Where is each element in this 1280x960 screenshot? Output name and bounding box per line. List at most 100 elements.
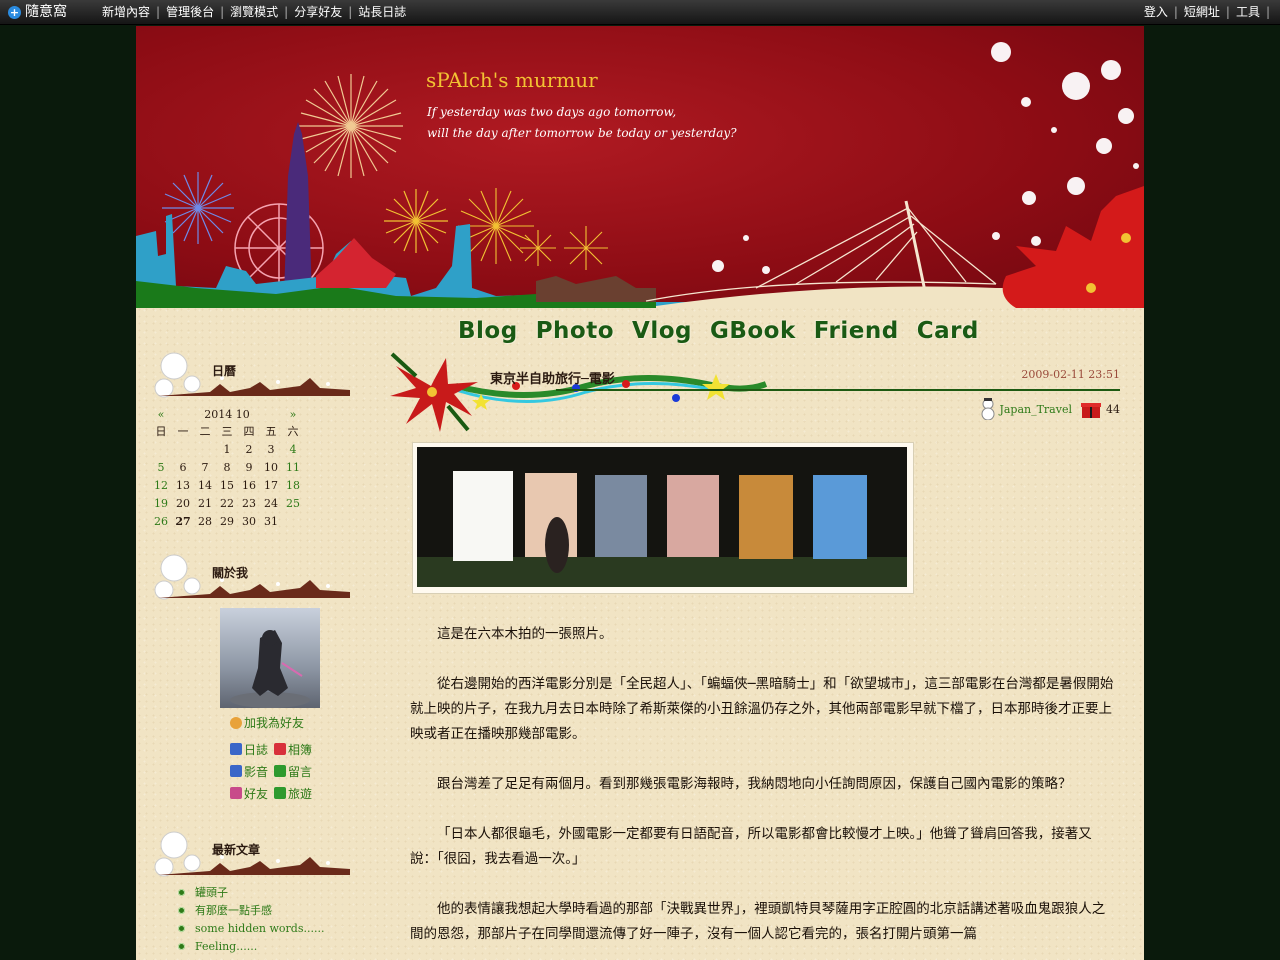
calendar-week: 5 6 7 8 9 10 11: [150, 458, 304, 476]
calendar-day[interactable]: 1: [216, 440, 238, 458]
profile-link-video[interactable]: 影音: [230, 763, 274, 780]
calendar-day[interactable]: 13: [172, 476, 194, 494]
travel-icon: [274, 787, 286, 799]
calendar-prev[interactable]: «: [150, 406, 172, 422]
calendar-day[interactable]: 31: [260, 512, 282, 530]
guestbook-icon: [274, 765, 286, 777]
post-body: 這是在六本木拍的一張照片。 從右邊開始的西洋電影分別是「全民超人」、「蝙蝠俠─黑暗…: [410, 622, 1118, 960]
post-meta: Japan_Travel 44: [979, 398, 1120, 420]
calendar-day[interactable]: 22: [216, 494, 238, 512]
calendar-day[interactable]: 20: [172, 494, 194, 512]
profile-link-travel[interactable]: 旅遊: [274, 785, 318, 802]
album-icon: [274, 743, 286, 755]
taipei-tower: [284, 122, 312, 296]
post-title[interactable]: 東京半自助旅行─電影: [490, 368, 615, 387]
calendar-day: [172, 440, 194, 458]
tools-link[interactable]: 工具: [1230, 0, 1266, 24]
nav-friend[interactable]: Friend: [814, 318, 899, 344]
profile-link-guestbook[interactable]: 留言: [274, 763, 318, 780]
calendar-day[interactable]: 11: [282, 458, 304, 476]
calendar-weekday: 一: [177, 425, 189, 438]
main-nav: Blog Photo Vlog GBook Friend Card: [458, 318, 997, 344]
calendar-day[interactable]: 23: [238, 494, 260, 512]
profile-link-label: 留言: [288, 764, 313, 779]
menu-admin[interactable]: 管理後台: [160, 0, 220, 24]
calendar-day[interactable]: 30: [238, 512, 260, 530]
nav-vlog[interactable]: Vlog: [632, 318, 692, 344]
recent-post-item[interactable]: 有那麼一點手感: [178, 901, 358, 919]
calendar-day[interactable]: 17: [260, 476, 282, 494]
menu-new-content[interactable]: 新增內容: [96, 0, 156, 24]
calendar-next[interactable]: »: [282, 406, 304, 422]
calendar-day[interactable]: 21: [194, 494, 216, 512]
calendar-day[interactable]: 24: [260, 494, 282, 512]
calendar-weekday: 二: [199, 425, 211, 438]
calendar-day[interactable]: 16: [238, 476, 260, 494]
calendar-week: 1234: [150, 440, 304, 458]
calendar-day[interactable]: 15: [216, 476, 238, 494]
post-photo[interactable]: [412, 442, 914, 594]
recent-post-item[interactable]: some hidden words......: [178, 919, 358, 937]
recent-widget-header: 最新文章: [150, 823, 360, 881]
site-title[interactable]: sPAlch's murmur: [426, 68, 598, 92]
calendar-day[interactable]: 26: [150, 512, 172, 530]
add-friend-label: 加我為好友: [244, 716, 305, 730]
christmas-garland-icon: [390, 352, 768, 432]
recent-post-title: some hidden words......: [195, 921, 325, 935]
calendar-title: 日曆: [212, 364, 237, 378]
nav-photo[interactable]: Photo: [536, 318, 614, 344]
profile-link-label: 相簿: [288, 742, 313, 757]
add-friend-icon: [230, 716, 242, 729]
post-divider: [556, 389, 1120, 391]
post-paragraph: 「日本人都很龜毛，外國電影一定都要有日語配音，所以電影都會比較慢才上映。」他聳了…: [410, 826, 1092, 867]
calendar-day[interactable]: 25: [282, 494, 304, 512]
calendar-day[interactable]: 27: [172, 512, 194, 530]
calendar-day[interactable]: 19: [150, 494, 172, 512]
calendar-day[interactable]: 5: [150, 458, 172, 476]
header-illustration: [136, 42, 1144, 308]
top-menu: 新增內容 | 管理後台 | 瀏覽模式 | 分享好友 | 站長日誌: [96, 0, 412, 24]
nav-card[interactable]: Card: [917, 318, 979, 344]
menu-site-log[interactable]: 站長日誌: [352, 0, 412, 24]
movie-posters-photo: [417, 447, 907, 587]
calendar-day[interactable]: 2: [238, 440, 260, 458]
calendar-day[interactable]: 10: [260, 458, 282, 476]
calendar-day[interactable]: 28: [194, 512, 216, 530]
site-subtitle-line-1: If yesterday was two days ago tomorrow,: [427, 105, 677, 119]
calendar-day[interactable]: 12: [150, 476, 172, 494]
calendar-day[interactable]: 6: [172, 458, 194, 476]
calendar-day[interactable]: 8: [216, 458, 238, 476]
calendar-day: [150, 440, 172, 458]
recent-post-item[interactable]: 罐頭子: [178, 883, 358, 901]
menu-browse-mode[interactable]: 瀏覽模式: [224, 0, 284, 24]
site-subtitle-line-2: will the day after tomorrow be today or …: [427, 126, 737, 140]
photo-content: [417, 447, 907, 587]
recent-post-item[interactable]: Feeling......: [178, 937, 358, 955]
calendar-day[interactable]: 14: [194, 476, 216, 494]
calendar-day[interactable]: 3: [260, 440, 282, 458]
profile-link-album[interactable]: 相簿: [274, 741, 318, 758]
calendar-day[interactable]: 29: [216, 512, 238, 530]
calendar-weekday: 五: [265, 425, 277, 438]
brand-logo[interactable]: + 隨意窩: [8, 3, 67, 21]
video-icon: [230, 765, 242, 777]
snowman-icon: [981, 398, 995, 420]
calendar-day[interactable]: 18: [282, 476, 304, 494]
profile-link-label: 好友: [244, 786, 269, 801]
calendar-day[interactable]: 4: [282, 440, 304, 458]
add-friend-link[interactable]: 加我為好友: [230, 714, 304, 731]
snowflake-skyline-icon: [154, 554, 350, 600]
profile-link-diary[interactable]: 日誌: [230, 741, 274, 758]
post-category-link[interactable]: Japan_Travel: [999, 403, 1072, 416]
profile-link-friend[interactable]: 好友: [230, 785, 274, 802]
short-url-link[interactable]: 短網址: [1178, 0, 1226, 24]
nav-blog[interactable]: Blog: [458, 318, 518, 344]
calendar-day[interactable]: 9: [238, 458, 260, 476]
menu-share-friend[interactable]: 分享好友: [288, 0, 348, 24]
nav-gbook[interactable]: GBook: [710, 318, 796, 344]
avatar[interactable]: [220, 608, 320, 708]
bullet-icon: [178, 906, 185, 914]
post-paragraph: 他的表情讓我想起大學時看過的那部「決戰異世界」，裡頭凱特貝琴薩用字正腔圓的北京話…: [410, 901, 1106, 942]
calendar-day[interactable]: 7: [194, 458, 216, 476]
login-link[interactable]: 登入: [1144, 0, 1174, 24]
